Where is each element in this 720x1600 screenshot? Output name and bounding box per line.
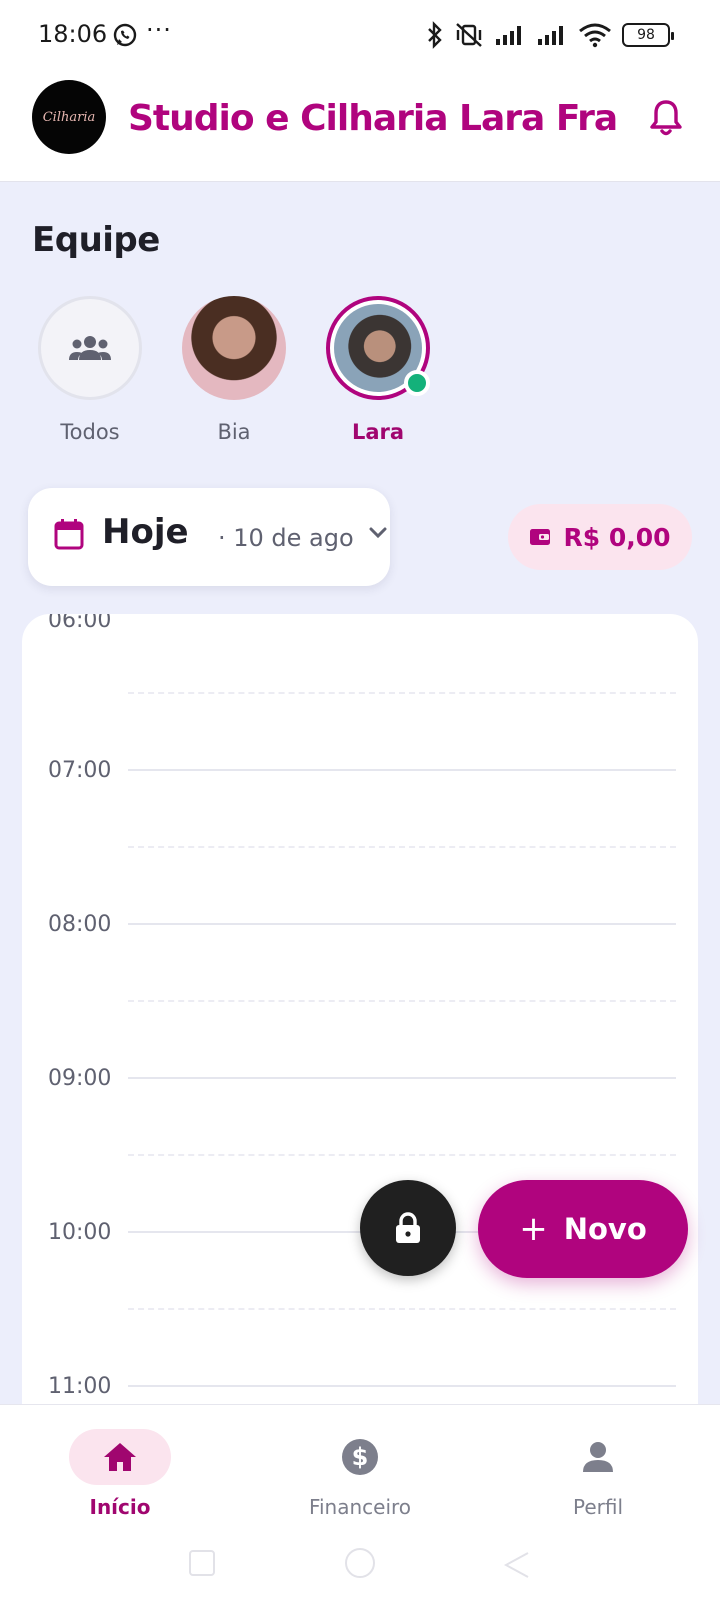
balance-amount: R$ 0,00 bbox=[563, 522, 671, 552]
status-time: 18:06 bbox=[38, 20, 108, 48]
status-bar: 18:06 ··· 98 bbox=[0, 0, 720, 70]
nav-pill bbox=[547, 1429, 649, 1485]
team-member-bia[interactable]: Bia bbox=[174, 296, 294, 444]
hour-label: 09:00 bbox=[48, 1066, 112, 1091]
hour-label: 06:00 bbox=[48, 614, 112, 633]
hour-label: 10:00 bbox=[48, 1220, 112, 1245]
nav-label: Início bbox=[89, 1495, 151, 1519]
wallet-icon bbox=[530, 529, 551, 545]
half-hour-divider bbox=[128, 1308, 676, 1310]
team-section-title: Equipe bbox=[32, 220, 160, 260]
nav-pill bbox=[69, 1429, 171, 1485]
system-navigation-bar bbox=[189, 1548, 529, 1578]
bottom-navigation: Início $ Financeiro Perfil bbox=[0, 1404, 720, 1600]
recents-icon bbox=[189, 1550, 215, 1576]
new-appointment-button[interactable]: + Novo bbox=[478, 1180, 688, 1278]
battery-indicator: 98 bbox=[622, 23, 674, 47]
team-member-name: Todos bbox=[60, 420, 120, 444]
team-member-todos[interactable]: Todos bbox=[30, 296, 150, 444]
date-subtitle: · 10 de ago bbox=[218, 524, 354, 552]
signal-icon bbox=[496, 26, 521, 45]
lock-icon bbox=[396, 1212, 420, 1243]
nav-pill: $ bbox=[309, 1429, 411, 1485]
nav-label: Financeiro bbox=[308, 1495, 412, 1519]
hour-label: 08:00 bbox=[48, 912, 112, 937]
avatar bbox=[182, 296, 286, 400]
team-all-avatar bbox=[38, 296, 142, 400]
home-icon bbox=[104, 1443, 136, 1471]
dollar-icon: $ bbox=[342, 1439, 378, 1475]
business-logo[interactable]: Cilharia bbox=[32, 80, 106, 154]
hour-divider bbox=[128, 1385, 676, 1387]
person-icon bbox=[583, 1442, 613, 1472]
logo-text: Cilharia bbox=[42, 109, 96, 125]
half-hour-divider bbox=[128, 692, 676, 694]
hour-label: 11:00 bbox=[48, 1374, 112, 1399]
date-label: Hoje bbox=[102, 512, 189, 552]
group-icon bbox=[69, 336, 111, 360]
plus-icon: + bbox=[519, 1209, 548, 1249]
signal-icon-2 bbox=[538, 26, 563, 45]
balance-chip[interactable]: R$ 0,00 bbox=[508, 504, 692, 570]
nav-item-inicio[interactable]: Início bbox=[30, 1429, 210, 1519]
calendar-icon bbox=[54, 519, 84, 550]
hour-divider bbox=[128, 1077, 676, 1079]
half-hour-divider bbox=[128, 1154, 676, 1156]
nav-item-perfil[interactable]: Perfil bbox=[508, 1429, 688, 1519]
hour-divider bbox=[128, 923, 676, 925]
nav-item-financeiro[interactable]: $ Financeiro bbox=[270, 1429, 450, 1519]
app-header: Cilharia Studio e Cilharia Lara Fra… bbox=[0, 70, 720, 182]
team-member-name: Lara bbox=[351, 420, 405, 444]
more-notifications-icon: ··· bbox=[146, 16, 172, 44]
block-time-button[interactable] bbox=[360, 1180, 456, 1276]
bell-icon[interactable] bbox=[648, 98, 684, 138]
svg-text:$: $ bbox=[352, 1443, 369, 1471]
whatsapp-icon bbox=[113, 23, 137, 47]
nav-label: Perfil bbox=[572, 1495, 624, 1519]
team-member-name: Bia bbox=[217, 420, 251, 444]
status-icons: 98 bbox=[426, 20, 674, 50]
hour-divider bbox=[128, 769, 676, 771]
business-title: Studio e Cilharia Lara Fra… bbox=[128, 98, 618, 139]
new-button-label: Novo bbox=[563, 1212, 647, 1246]
half-hour-divider bbox=[128, 1000, 676, 1002]
back-icon bbox=[503, 1552, 529, 1578]
team-member-lara[interactable]: Lara bbox=[318, 296, 438, 444]
chevron-down-icon bbox=[369, 527, 387, 539]
bluetooth-icon bbox=[428, 21, 442, 49]
wifi-icon bbox=[579, 23, 611, 48]
home-system-icon bbox=[345, 1548, 375, 1578]
date-selector[interactable]: Hoje · 10 de ago bbox=[28, 488, 390, 586]
schedule-timeline[interactable]: 06:00 07:00 08:00 09:00 10:00 11:00 bbox=[22, 614, 698, 1414]
online-status-dot bbox=[404, 370, 430, 396]
avatar bbox=[326, 296, 430, 400]
half-hour-divider bbox=[128, 846, 676, 848]
hour-label: 07:00 bbox=[48, 758, 112, 783]
vibrate-off-icon bbox=[456, 23, 482, 47]
